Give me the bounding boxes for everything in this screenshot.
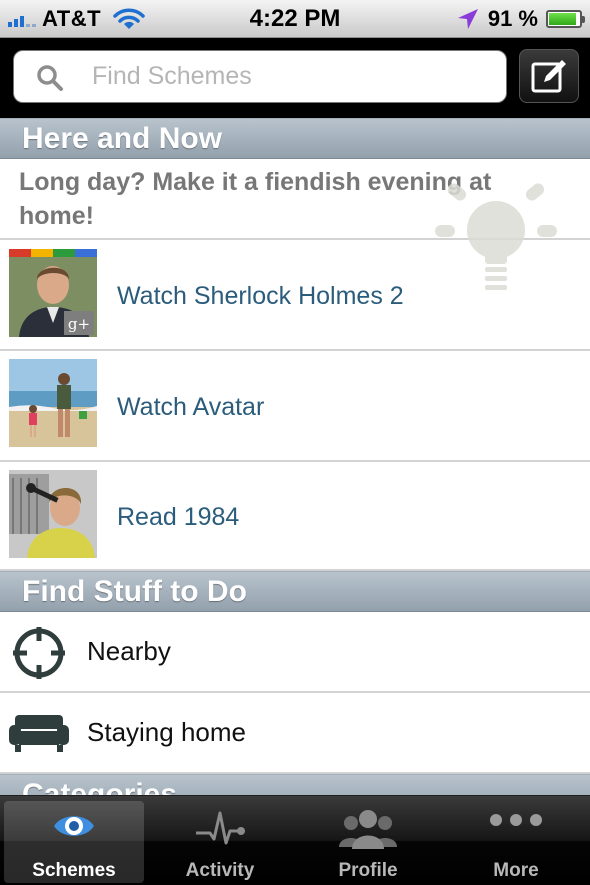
option-row-staying-home[interactable]: Staying home bbox=[0, 693, 590, 774]
person-singing-photo-icon bbox=[9, 470, 97, 558]
eye-icon bbox=[54, 816, 94, 836]
tab-schemes[interactable]: Schemes bbox=[4, 801, 144, 883]
search-header bbox=[0, 38, 590, 118]
scheme-thumbnail bbox=[9, 470, 97, 558]
option-label: Nearby bbox=[87, 636, 171, 666]
sofa-icon bbox=[9, 715, 69, 752]
battery-icon bbox=[546, 10, 585, 28]
tab-bar: Schemes Activity Profile More bbox=[0, 795, 590, 885]
location-arrow-icon bbox=[457, 9, 478, 29]
lightbulb-icon bbox=[435, 183, 557, 290]
tab-more[interactable]: More bbox=[446, 801, 586, 883]
option-row-nearby[interactable]: Nearby bbox=[0, 612, 590, 693]
compose-icon bbox=[531, 60, 566, 93]
people-icon bbox=[339, 810, 397, 849]
tab-activity[interactable]: Activity bbox=[150, 801, 290, 883]
tab-label: More bbox=[493, 860, 539, 881]
beach-photo-icon bbox=[9, 359, 97, 447]
search-icon bbox=[37, 65, 63, 91]
tab-label: Profile bbox=[338, 860, 398, 881]
status-right: 91 % bbox=[456, 0, 585, 38]
tab-label: Schemes bbox=[32, 860, 116, 881]
scheme-label: Watch Sherlock Holmes 2 bbox=[117, 282, 404, 310]
scheme-label: Read 1984 bbox=[117, 503, 240, 531]
battery-level-fill bbox=[549, 13, 577, 25]
person-portrait-icon: g+ bbox=[9, 249, 97, 337]
section-header-here-and-now: Here and Now bbox=[0, 118, 590, 159]
scheme-thumbnail: g+ bbox=[9, 249, 97, 337]
scheme-row[interactable]: Read 1984 bbox=[0, 462, 590, 571]
option-label: Staying home bbox=[87, 717, 246, 747]
crosshair-icon bbox=[13, 627, 65, 679]
status-bar: AT&T 4:22 PM 91 % bbox=[0, 0, 590, 38]
search-box[interactable] bbox=[13, 50, 507, 103]
compose-button[interactable] bbox=[519, 49, 579, 103]
scheme-label: Watch Avatar bbox=[117, 393, 265, 421]
more-dots-icon bbox=[490, 814, 542, 826]
battery-percent: 91 % bbox=[487, 6, 538, 31]
scheme-thumbnail bbox=[9, 359, 97, 447]
search-input[interactable] bbox=[92, 51, 492, 102]
svg-text:g+: g+ bbox=[68, 315, 90, 333]
tab-label: Activity bbox=[185, 860, 255, 881]
tab-profile[interactable]: Profile bbox=[298, 801, 438, 883]
scheme-row[interactable]: Watch Avatar bbox=[0, 351, 590, 462]
section-header-find-stuff: Find Stuff to Do bbox=[0, 571, 590, 612]
pulse-icon bbox=[196, 811, 245, 845]
